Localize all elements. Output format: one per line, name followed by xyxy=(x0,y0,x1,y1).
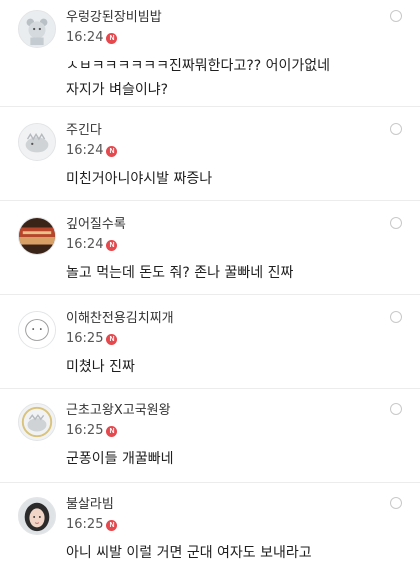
select-circle-icon[interactable] xyxy=(390,403,402,415)
timestamp: 16:25 xyxy=(66,423,104,438)
avatar[interactable] xyxy=(18,403,56,441)
comment-item: 주긴다 16:24 N 미친거아니야시발 짜증나 xyxy=(0,106,420,200)
photo-avatar-icon xyxy=(19,218,55,254)
dino-avatar-icon xyxy=(19,404,55,440)
ghost-avatar-icon xyxy=(19,312,55,348)
comment-text: 아니 씨발 이럴 거면 군대 여자도 보내라고 xyxy=(66,541,400,565)
comment-line: ㅅㅂㅋㅋㅋㅋㅋㅋ진짜뭐한다고?? 어이가없네 xyxy=(66,58,331,74)
comment-line: 자지가 벼슬이냐? xyxy=(66,82,169,98)
avatar[interactable] xyxy=(18,311,56,349)
timestamp: 16:25 xyxy=(66,517,104,532)
comment-meta: 16:24 N xyxy=(66,237,118,253)
timestamp: 16:24 xyxy=(66,237,104,252)
bear-avatar-icon xyxy=(19,11,55,47)
dino-avatar-icon xyxy=(19,124,55,160)
comment-item: 깊어질수록 16:24 N 놀고 먹는데 돈도 줘? 존나 꿀빠네 진짜 xyxy=(0,200,420,294)
comment-item: 근초고왕X고국원왕 16:25 N 군퐁이들 개꿀빠네 xyxy=(0,388,420,482)
select-circle-icon[interactable] xyxy=(390,497,402,509)
new-badge-icon: N xyxy=(106,425,118,437)
comment-item: 우렁강된장비빔밥 16:24 N ㅅㅂㅋㅋㅋㅋㅋㅋ진짜뭐한다고?? 어이가없네 … xyxy=(0,0,420,106)
comment-line: 아니 씨발 이럴 거면 군대 여자도 보내라고 xyxy=(66,545,312,561)
new-badge-icon: N xyxy=(106,239,118,251)
comment-item: 불살라빔 16:25 N 아니 씨발 이럴 거면 군대 여자도 보내라고 xyxy=(0,482,420,566)
comment-line: 미쳤나 진짜 xyxy=(66,359,135,375)
avatar[interactable] xyxy=(18,10,56,48)
avatar[interactable] xyxy=(18,217,56,255)
select-circle-icon[interactable] xyxy=(390,123,402,135)
person-avatar-icon xyxy=(19,498,55,534)
nickname[interactable]: 깊어질수록 xyxy=(66,217,126,233)
new-badge-icon: N xyxy=(106,32,118,44)
timestamp: 16:24 xyxy=(66,143,104,158)
select-circle-icon[interactable] xyxy=(390,10,402,22)
new-badge-icon: N xyxy=(106,333,118,345)
comment-line: 미친거아니야시발 짜증나 xyxy=(66,171,213,187)
avatar[interactable] xyxy=(18,123,56,161)
nickname[interactable]: 근초고왕X고국원왕 xyxy=(66,403,171,419)
comment-meta: 16:24 N xyxy=(66,143,118,159)
nickname[interactable]: 주긴다 xyxy=(66,123,102,139)
nickname[interactable]: 우렁강된장비빔밥 xyxy=(66,10,162,26)
new-badge-icon: N xyxy=(106,145,118,157)
comment-text: 군퐁이들 개꿀빠네 xyxy=(66,447,400,471)
comment-meta: 16:25 N xyxy=(66,331,118,347)
nickname[interactable]: 불살라빔 xyxy=(66,497,114,513)
avatar[interactable] xyxy=(18,497,56,535)
new-badge-icon: N xyxy=(106,519,118,531)
comment-meta: 16:25 N xyxy=(66,517,118,533)
nickname[interactable]: 이해찬전용김치찌개 xyxy=(66,311,174,327)
comment-line: 군퐁이들 개꿀빠네 xyxy=(66,451,174,467)
comment-text: 미친거아니야시발 짜증나 xyxy=(66,167,400,191)
select-circle-icon[interactable] xyxy=(390,311,402,323)
comment-line: 놀고 먹는데 돈도 줘? 존나 꿀빠네 진짜 xyxy=(66,265,294,281)
comment-list: 우렁강된장비빔밥 16:24 N ㅅㅂㅋㅋㅋㅋㅋㅋ진짜뭐한다고?? 어이가없네 … xyxy=(0,0,420,566)
select-circle-icon[interactable] xyxy=(390,217,402,229)
comment-meta: 16:24 N xyxy=(66,30,118,46)
timestamp: 16:25 xyxy=(66,331,104,346)
comment-text: ㅅㅂㅋㅋㅋㅋㅋㅋ진짜뭐한다고?? 어이가없네 자지가 벼슬이냐? xyxy=(66,54,400,102)
comment-text: 미쳤나 진짜 xyxy=(66,355,400,379)
comment-text: 놀고 먹는데 돈도 줘? 존나 꿀빠네 진짜 xyxy=(66,261,400,285)
timestamp: 16:24 xyxy=(66,30,104,45)
comment-meta: 16:25 N xyxy=(66,423,118,439)
comment-item: 이해찬전용김치찌개 16:25 N 미쳤나 진짜 xyxy=(0,294,420,388)
